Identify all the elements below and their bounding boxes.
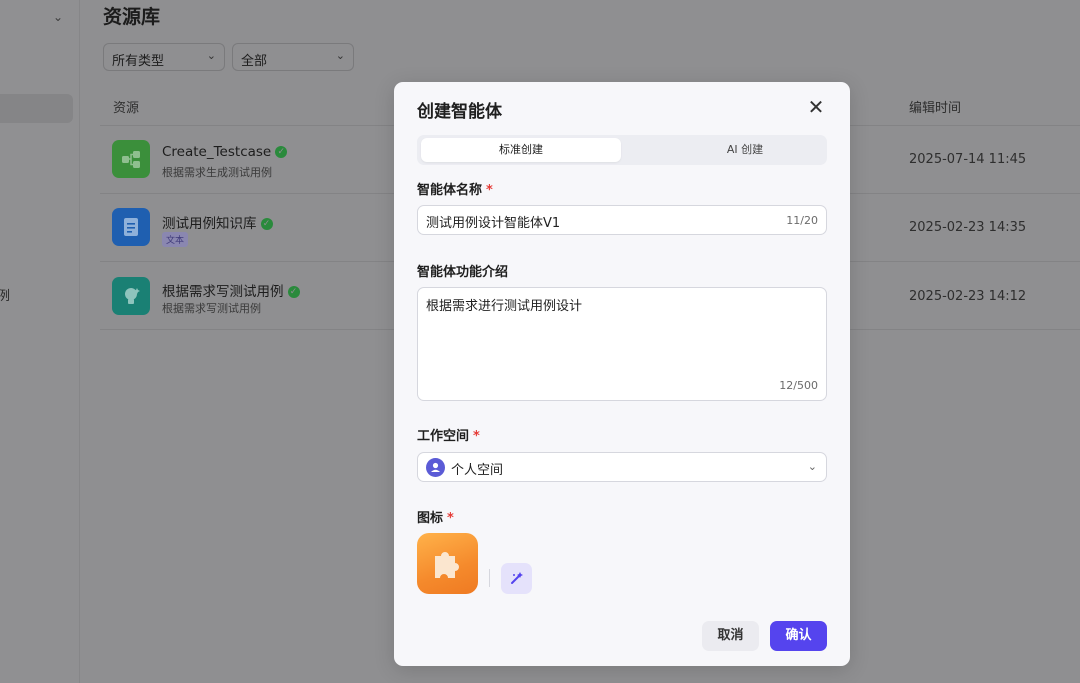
chevron-down-icon: ⌄ (807, 460, 817, 473)
document-icon (112, 208, 150, 246)
agent-description-textarea[interactable]: 根据需求进行测试用例设计 12/500 (417, 287, 827, 401)
scope-filter-value: 全部 (241, 54, 268, 69)
workflow-icon (112, 140, 150, 178)
cancel-button[interactable]: 取消 (702, 621, 759, 651)
type-filter-select[interactable]: 所有类型 ⌄ (103, 43, 225, 71)
sparkle-wand-icon (511, 572, 523, 584)
chevron-down-icon: ⌄ (335, 49, 345, 62)
verified-check-icon: ✓ (287, 286, 300, 298)
verified-check-icon: ✓ (275, 146, 288, 158)
agent-icon-preview[interactable] (417, 533, 478, 594)
chevron-down-icon: ⌄ (206, 49, 216, 62)
required-mark: * (447, 511, 454, 526)
agent-name-label-text: 智能体名称 (417, 183, 483, 198)
workspace-select[interactable]: 个人空间 ⌄ (417, 452, 827, 482)
chevron-down-icon[interactable]: ⌄ (53, 10, 63, 24)
resource-edited-time: 2025-02-23 14:35 (909, 220, 1027, 235)
scope-filter-select[interactable]: 全部 ⌄ (232, 43, 354, 71)
verified-check-icon: ✓ (260, 218, 273, 230)
resource-name[interactable]: 测试用例知识库 ✓ (162, 212, 273, 232)
agent-name-char-count: 11/20 (786, 214, 818, 227)
resource-name[interactable]: 根据需求写测试用例 ✓ (162, 280, 300, 300)
workspace-label-text: 工作空间 (417, 429, 470, 444)
agent-name-value: 测试用例设计智能体V1 (426, 216, 561, 231)
sidebar-item-label[interactable]: 例 (0, 285, 10, 304)
close-icon[interactable]: ✕ (806, 97, 826, 117)
resource-name-text: Create_Testcase (162, 144, 272, 160)
sidebar-active-item[interactable] (0, 94, 73, 123)
column-header-resource: 资源 (113, 101, 140, 116)
agent-name-label: 智能体名称 * (417, 179, 493, 198)
resource-name-text: 测试用例知识库 (162, 216, 257, 232)
agent-description-char-count: 12/500 (779, 379, 818, 392)
required-mark: * (473, 429, 480, 444)
agent-description-value: 根据需求进行测试用例设计 (426, 299, 583, 314)
column-header-edited-time: 编辑时间 (909, 101, 962, 116)
resource-edited-time: 2025-02-23 14:12 (909, 289, 1027, 304)
resource-description: 根据需求写测试用例 (162, 302, 261, 315)
agent-name-input[interactable]: 测试用例设计智能体V1 11/20 (417, 205, 827, 235)
user-avatar-icon (426, 458, 445, 477)
required-mark: * (486, 183, 493, 198)
resource-edited-time: 2025-07-14 11:45 (909, 152, 1027, 167)
resource-name[interactable]: Create_Testcase ✓ (162, 144, 288, 160)
icon-label: 图标 * (417, 507, 454, 526)
icon-label-text: 图标 (417, 511, 444, 526)
resource-description: 根据需求生成测试用例 (162, 166, 272, 179)
sidebar: ⌄ 例 (0, 0, 80, 683)
create-agent-dialog: 创建智能体 ✕ 标准创建 AI 创建 智能体名称 * 测试用例设计智能体V1 11… (394, 82, 850, 666)
agent-description-label: 智能体功能介绍 (417, 265, 509, 280)
resource-name-text: 根据需求写测试用例 (162, 284, 284, 300)
resource-type-tag: 文本 (162, 232, 189, 247)
confirm-button[interactable]: 确认 (770, 621, 827, 651)
workspace-label: 工作空间 * (417, 425, 480, 444)
dialog-title: 创建智能体 (417, 102, 502, 122)
tab-ai-create[interactable]: AI 创建 (645, 138, 845, 162)
puzzle-icon (435, 552, 459, 578)
divider (489, 569, 490, 587)
ai-generate-icon-button[interactable] (501, 563, 532, 594)
type-filter-value: 所有类型 (112, 54, 165, 69)
workspace-value: 个人空间 (451, 463, 504, 478)
page-title: 资源库 (103, 6, 161, 28)
create-mode-tabs: 标准创建 AI 创建 (417, 135, 827, 165)
lightbulb-icon (112, 277, 150, 315)
tab-standard-create[interactable]: 标准创建 (421, 138, 621, 162)
